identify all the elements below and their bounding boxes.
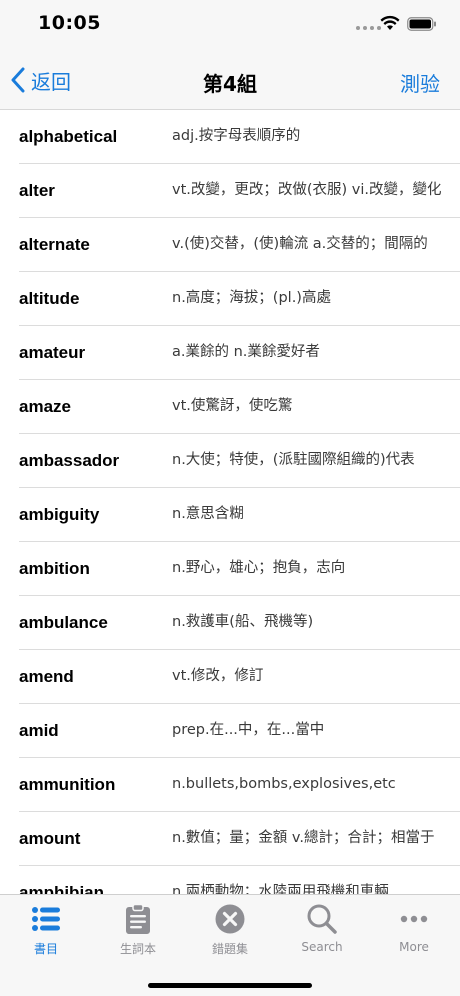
- tab-label: More: [399, 940, 429, 954]
- chevron-left-icon: [11, 67, 25, 93]
- word-term: amid: [19, 720, 59, 740]
- word-definition: n.兩栖動物；水陸兩用飛機和車輛: [172, 884, 389, 894]
- word-term: ambassador: [19, 450, 120, 470]
- battery-icon: [407, 17, 436, 31]
- word-row[interactable]: altitude n.高度；海拔；(pl.)高處: [19, 272, 460, 326]
- navigation-bar: 返回 第4組 測验: [0, 50, 460, 110]
- word-term: amount: [19, 828, 81, 848]
- word-term: ammunition: [19, 774, 116, 794]
- word-list[interactable]: alphabetical adj.按字母表順序的 alter vt.改變，更改；改做(…: [0, 110, 460, 894]
- word-row[interactable]: ambition n.野心，雄心；抱負，志向: [19, 542, 460, 596]
- word-definition: vt.改變，更改；改做(衣服) vi.改變，變化: [172, 182, 442, 198]
- word-definition: v.(使)交替，(使)輪流 a.交替的；間隔的: [172, 236, 428, 252]
- word-definition: n.bullets,bombs,explosives,etc: [172, 776, 396, 792]
- tab-mistakes[interactable]: 錯題集: [184, 903, 276, 961]
- x-circle-icon: [215, 904, 245, 934]
- word-definition: n.野心，雄心；抱負，志向: [172, 560, 346, 576]
- signal-icon: [356, 26, 381, 30]
- word-row[interactable]: amid prep.在...中，在...當中: [19, 704, 460, 758]
- tab-search[interactable]: Search: [276, 903, 368, 961]
- word-definition: adj.按字母表順序的: [172, 128, 301, 144]
- more-icon: [400, 915, 428, 923]
- tab-vocabulary[interactable]: 生詞本: [92, 903, 184, 961]
- clipboard-icon: [126, 903, 150, 934]
- status-time: 10:05: [38, 12, 101, 34]
- tab-books[interactable]: 書目: [0, 903, 92, 961]
- word-row[interactable]: amount n.數值；量；金額 v.總計；合計；相當于: [19, 812, 460, 866]
- word-definition: n.高度；海拔；(pl.)高處: [172, 290, 331, 306]
- list-icon: [32, 907, 60, 931]
- word-definition: n.救護車(船、飛機等): [172, 614, 314, 630]
- word-term: alternate: [19, 234, 90, 254]
- word-term: amphibian: [19, 882, 105, 895]
- search-icon: [307, 904, 337, 934]
- wifi-icon: [380, 15, 400, 30]
- tab-label: 生詞本: [119, 942, 156, 956]
- word-row[interactable]: ambiguity n.意思含糊: [19, 488, 460, 542]
- word-row[interactable]: amateur a.業餘的 n.業餘愛好者: [19, 326, 460, 380]
- back-button[interactable]: 返回: [10, 64, 71, 96]
- word-row[interactable]: amend vt.修改，修訂: [19, 650, 460, 704]
- word-row[interactable]: alternate v.(使)交替，(使)輪流 a.交替的；間隔的: [19, 218, 460, 272]
- word-term: ambition: [19, 558, 90, 578]
- tab-label: Search: [301, 940, 343, 954]
- word-row[interactable]: alter vt.改變，更改；改做(衣服) vi.改變，變化: [19, 164, 460, 218]
- word-row[interactable]: ambulance n.救護車(船、飛機等): [19, 596, 460, 650]
- quiz-button[interactable]: 測验: [400, 68, 440, 97]
- word-term: altitude: [19, 288, 80, 308]
- word-definition: vt.修改，修訂: [172, 668, 264, 684]
- word-term: ambulance: [19, 612, 108, 632]
- word-term: amend: [19, 666, 74, 686]
- back-label: 返回: [31, 69, 71, 94]
- word-row[interactable]: ambassador n.大使；特使，(派駐國際組織的)代表: [19, 434, 460, 488]
- tab-label: 錯題集: [211, 942, 248, 956]
- word-row[interactable]: amphibian n.兩栖動物；水陸兩用飛機和車輛: [19, 866, 460, 895]
- tab-label: 書目: [33, 942, 58, 956]
- word-definition: vt.使驚訝，使吃驚: [172, 398, 293, 414]
- word-definition: a.業餘的 n.業餘愛好者: [172, 344, 320, 360]
- word-term: alphabetical: [19, 126, 118, 146]
- word-definition: n.意思含糊: [172, 506, 244, 522]
- word-row[interactable]: alphabetical adj.按字母表順序的: [19, 110, 460, 164]
- word-term: amaze: [19, 396, 71, 416]
- word-definition: n.大使；特使，(派駐國際組織的)代表: [172, 452, 415, 468]
- word-row[interactable]: amaze vt.使驚訝，使吃驚: [19, 380, 460, 434]
- word-row[interactable]: ammunition n.bullets,bombs,explosives,etc: [19, 758, 460, 812]
- tab-more[interactable]: More: [368, 903, 460, 961]
- status-bar: 10:05: [0, 0, 460, 50]
- word-term: ambiguity: [19, 504, 100, 524]
- word-term: alter: [19, 180, 55, 200]
- tab-bar: 書目 生詞本 錯題集 Search More: [0, 894, 460, 996]
- word-definition: n.數值；量；金額 v.總計；合計；相當于: [172, 830, 435, 846]
- home-indicator: [148, 983, 312, 988]
- word-term: amateur: [19, 342, 86, 362]
- word-definition: prep.在...中，在...當中: [172, 722, 325, 738]
